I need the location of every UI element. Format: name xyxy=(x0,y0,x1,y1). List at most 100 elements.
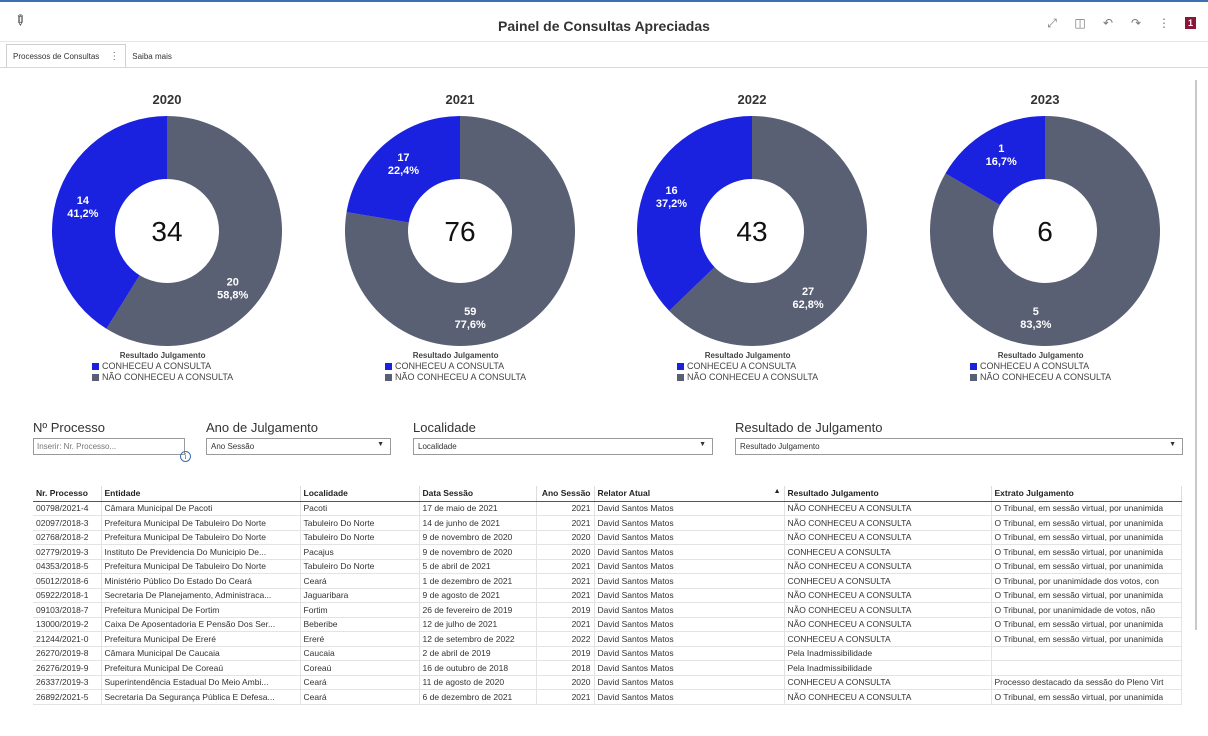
table-row[interactable]: 04353/2018-5 Prefeitura Municipal De Tabu… xyxy=(33,559,1182,574)
table-row[interactable]: 13000/2019-2 Caixa De Aposentadoria E Pen… xyxy=(33,617,1182,632)
legend-item[interactable]: CONHECEU A CONSULTA xyxy=(385,361,526,372)
table-row[interactable]: 26892/2021-5 Secretaria Da Segurança Públ… xyxy=(33,689,1182,705)
legend-label: NÃO CONHECEU A CONSULTA xyxy=(980,372,1112,382)
tab-processos[interactable]: Processos de Consultas ⋮ xyxy=(6,44,127,68)
table-cell: David Santos Matos xyxy=(594,559,785,574)
processos-table: Nr. Processo Entidade Localidade Data Sessã… xyxy=(33,486,1182,705)
table-cell xyxy=(991,646,1182,661)
table-cell: 2018 xyxy=(536,660,595,676)
vertical-scrollbar[interactable] xyxy=(1195,80,1197,630)
table-cell: Ministério Público Do Estado Do Ceará xyxy=(101,573,301,589)
table-cell: Instituto De Previdencia Do Municipio De… xyxy=(101,544,301,560)
column-header[interactable]: Nr. Processo xyxy=(33,486,102,502)
legend-title: Resultado Julgamento xyxy=(704,351,791,360)
chart-title: 2022 xyxy=(737,92,767,107)
table-cell: O Tribunal, em sessão virtual, por unani… xyxy=(991,501,1182,516)
table-cell xyxy=(991,660,1182,676)
legend-item[interactable]: NÃO CONHECEU A CONSULTA xyxy=(92,372,233,383)
table-cell: NÃO CONHECEU A CONSULTA xyxy=(784,501,992,516)
column-header-label: Ano Sessão xyxy=(541,488,591,499)
table-cell: Superintendência Estadual Do Meio Ambi..… xyxy=(101,675,301,690)
resultado-dropdown[interactable]: Resultado Julgamento ▼ xyxy=(735,438,1183,455)
tab-menu-icon[interactable]: ⋮ xyxy=(109,51,119,62)
table-cell: 02768/2018-2 xyxy=(33,530,102,545)
legend-item[interactable]: CONHECEU A CONSULTA xyxy=(970,361,1111,372)
table-cell: 9 de agosto de 2021 xyxy=(419,588,537,603)
table-row[interactable]: 02097/2018-3 Prefeitura Municipal De Tabu… xyxy=(33,515,1182,531)
user-badge[interactable]: 1 xyxy=(1185,17,1196,29)
table-row[interactable]: 05922/2018-1 Secretaria De Planejamento, … xyxy=(33,588,1182,603)
expand-icon[interactable]: ⤢ xyxy=(1045,16,1059,30)
table-cell: David Santos Matos xyxy=(594,660,785,676)
table-row[interactable]: 26276/2019-9 Prefeitura Municipal De Core… xyxy=(33,660,1182,676)
table-cell: 9 de novembro de 2020 xyxy=(419,544,537,560)
donut-svg: 7617 22,4%59 77,6% xyxy=(345,116,575,346)
sort-ascending-icon[interactable]: ▲ xyxy=(774,488,781,495)
table-cell: Prefeitura Municipal De Fortim xyxy=(101,602,301,618)
table-cell: 09103/2018-7 xyxy=(33,602,102,618)
localidade-dropdown[interactable]: Localidade ▼ xyxy=(413,438,713,455)
table-cell: O Tribunal, em sessão virtual, por unani… xyxy=(991,559,1182,574)
table-cell: Ceará xyxy=(300,675,420,690)
table-cell: O Tribunal, por unanimidade de votos, nã… xyxy=(991,602,1182,618)
table-row[interactable]: 02768/2018-2 Prefeitura Municipal De Tabu… xyxy=(33,530,1182,545)
legend-swatch xyxy=(970,363,977,370)
table-row[interactable]: 21244/2021-0 Prefeitura Municipal De Erer… xyxy=(33,631,1182,647)
table-cell: O Tribunal, em sessão virtual, por unani… xyxy=(991,515,1182,531)
column-header[interactable]: Data Sessão xyxy=(419,486,537,502)
table-cell: O Tribunal, em sessão virtual, por unani… xyxy=(991,588,1182,603)
column-header[interactable]: Resultado Julgamento xyxy=(784,486,992,502)
column-header[interactable]: Entidade xyxy=(101,486,301,502)
table-row[interactable]: 26270/2019-8 Câmara Municipal De Caucaia C… xyxy=(33,646,1182,661)
chart-legend: Resultado Julgamento CONHECEU A CONSULTA N… xyxy=(970,350,1111,383)
table-cell: 2021 xyxy=(536,617,595,632)
processo-search-input[interactable] xyxy=(33,438,185,455)
column-header[interactable]: Ano Sessão xyxy=(536,486,595,502)
ano-dropdown[interactable]: Ano Sessão ▼ xyxy=(206,438,391,455)
table-cell: David Santos Matos xyxy=(594,602,785,618)
info-icon[interactable]: i xyxy=(180,451,191,462)
column-header[interactable]: Relator Atual ▲ xyxy=(594,486,785,502)
table-cell: David Santos Matos xyxy=(594,617,785,632)
chevron-down-icon: ▼ xyxy=(1169,441,1176,448)
table-cell: Pacoti xyxy=(300,501,420,516)
page-title: Painel de Consultas Apreciadas xyxy=(498,18,710,34)
layout-icon[interactable]: ◫ xyxy=(1073,16,1087,30)
table-cell: CONHECEU A CONSULTA xyxy=(784,544,992,560)
table-cell: 2020 xyxy=(536,675,595,690)
table-row[interactable]: 02779/2019-3 Instituto De Previdencia Do … xyxy=(33,544,1182,560)
chart-legend: Resultado Julgamento CONHECEU A CONSULTA N… xyxy=(385,350,526,383)
table-cell: Prefeitura Municipal De Tabuleiro Do Nor… xyxy=(101,559,301,574)
column-header[interactable]: Localidade xyxy=(300,486,420,502)
redo-icon[interactable]: ↷ xyxy=(1129,16,1143,30)
legend-label: NÃO CONHECEU A CONSULTA xyxy=(102,372,234,382)
legend-item[interactable]: NÃO CONHECEU A CONSULTA xyxy=(970,372,1111,383)
tab-saiba-mais-label: Saiba mais xyxy=(132,51,172,61)
table-cell: 26337/2019-3 xyxy=(33,675,102,690)
legend-title: Resultado Julgamento xyxy=(997,351,1084,360)
table-row[interactable]: 09103/2018-7 Prefeitura Municipal De Fort… xyxy=(33,602,1182,618)
legend-item[interactable]: NÃO CONHECEU A CONSULTA xyxy=(677,372,818,383)
legend-swatch xyxy=(385,374,392,381)
chart-legend: Resultado Julgamento CONHECEU A CONSULTA N… xyxy=(92,350,233,383)
table-cell: Beberibe xyxy=(300,617,420,632)
table-row[interactable]: 05012/2018-6 Ministério Público Do Estado… xyxy=(33,573,1182,589)
table-cell: 2020 xyxy=(536,544,595,560)
table-cell: 2019 xyxy=(536,602,595,618)
legend-item[interactable]: CONHECEU A CONSULTA xyxy=(92,361,233,372)
table-cell: 17 de maio de 2021 xyxy=(419,501,537,516)
table-row[interactable]: 26337/2019-3 Superintendência Estadual Do… xyxy=(33,675,1182,690)
more-options-icon[interactable]: ⋮ xyxy=(1157,16,1171,30)
undo-icon[interactable]: ↶ xyxy=(1101,16,1115,30)
column-header[interactable]: Extrato Julgamento xyxy=(991,486,1182,502)
table-cell: 2021 xyxy=(536,515,595,531)
table-cell: David Santos Matos xyxy=(594,515,785,531)
table-cell: Câmara Municipal De Pacoti xyxy=(101,501,301,516)
legend-item[interactable]: NÃO CONHECEU A CONSULTA xyxy=(385,372,526,383)
table-row[interactable]: 00798/2021-4 Câmara Municipal De Pacoti Pa… xyxy=(33,501,1182,516)
table-cell: 6 de dezembro de 2021 xyxy=(419,689,537,705)
donut-total: 76 xyxy=(444,216,475,247)
tab-saiba-mais[interactable]: Saiba mais xyxy=(126,44,178,68)
tab-divider xyxy=(0,67,1208,68)
legend-item[interactable]: CONHECEU A CONSULTA xyxy=(677,361,818,372)
